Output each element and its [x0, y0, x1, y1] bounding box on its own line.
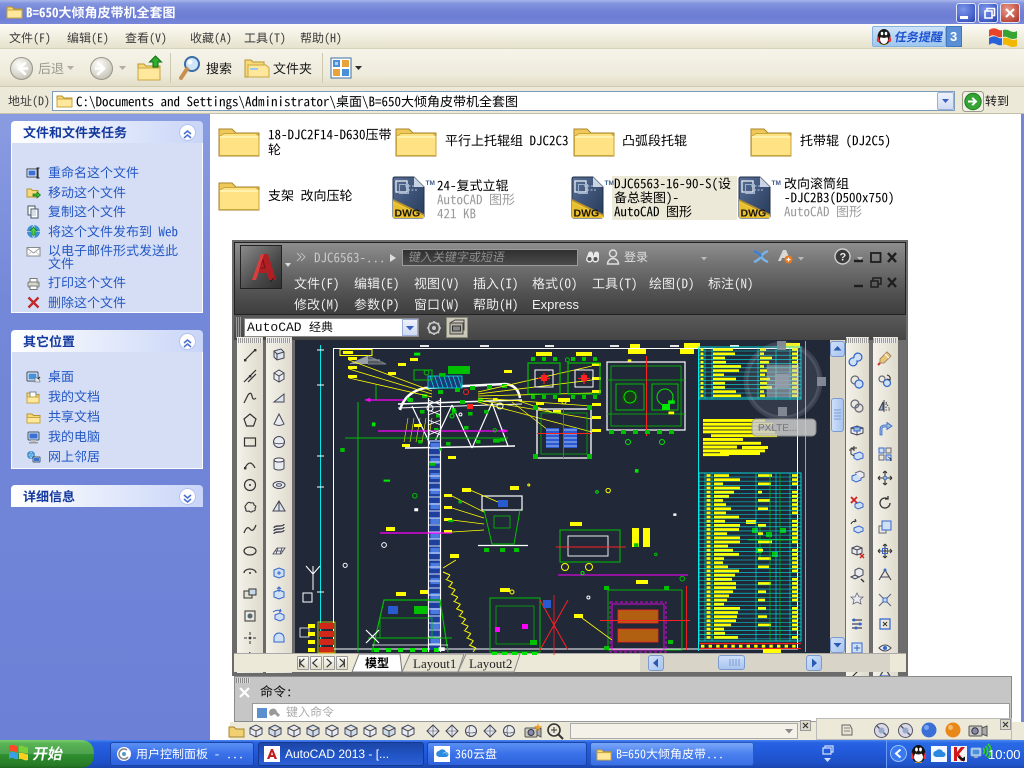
- svg-text:?: ?: [840, 252, 847, 264]
- svg-text:TM: TM: [605, 180, 614, 187]
- svg-text:DWG: DWG: [741, 208, 767, 220]
- svg-text:DWG: DWG: [395, 208, 421, 220]
- svg-text:PXLTE...: PXLTE...: [758, 423, 797, 434]
- svg-text:TM: TM: [426, 180, 435, 187]
- svg-text:DWG: DWG: [574, 208, 600, 220]
- svg-text:TM: TM: [772, 180, 781, 187]
